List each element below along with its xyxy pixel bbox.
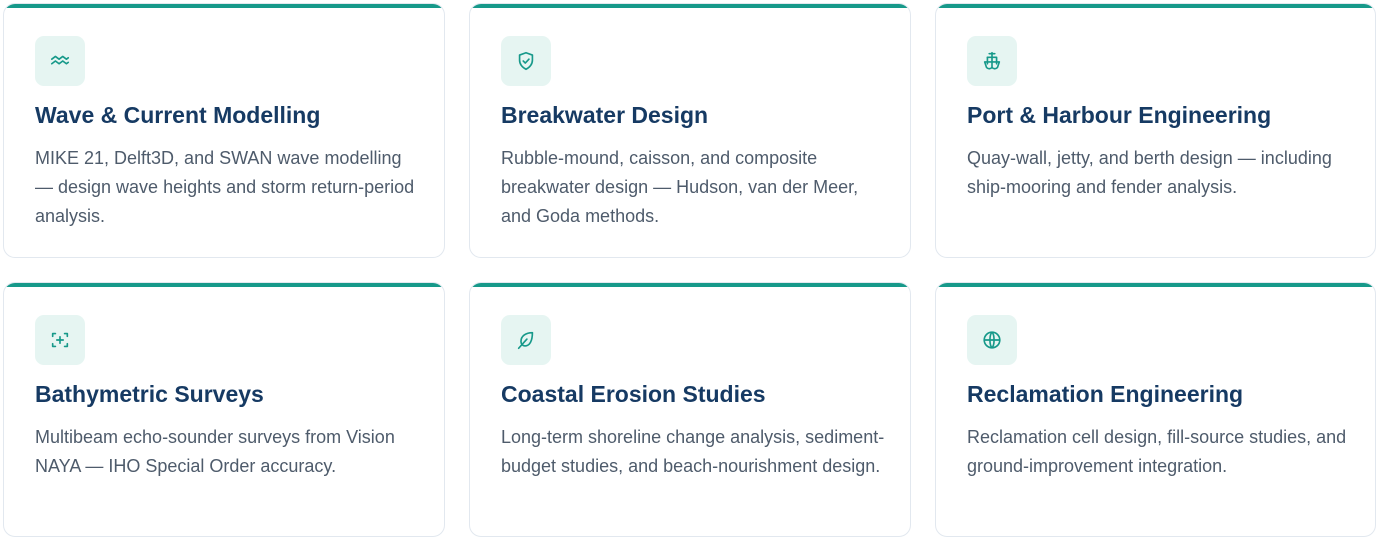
service-title: Coastal Erosion Studies (501, 381, 766, 407)
service-title: Breakwater Design (501, 102, 709, 128)
service-icon-container (35, 36, 85, 86)
service-card-wave-current-modelling[interactable]: Wave & Current Modelling MIKE 21, Delft3… (3, 3, 445, 258)
service-description: Quay-wall, jetty, and berth design — inc… (967, 148, 1332, 197)
scan-plus-icon (51, 332, 69, 348)
waves-icon (50, 55, 70, 65)
ship-icon (983, 51, 1001, 70)
service-title: Bathymetric Surveys (35, 381, 264, 407)
leaf-icon (517, 331, 534, 350)
service-description: Rubble-mound, caisson, and composite bre… (501, 148, 859, 226)
service-card-coastal-erosion-studies[interactable]: Coastal Erosion Studies Long-term shorel… (469, 282, 911, 537)
service-card-breakwater-design[interactable]: Breakwater Design Rubble-mound, caisson,… (469, 3, 911, 258)
globe-icon (983, 331, 1001, 349)
service-description: Multibeam echo-sounder surveys from Visi… (35, 427, 395, 476)
service-icon-container (967, 315, 1017, 365)
services-grid: Wave & Current Modelling MIKE 21, Delft3… (3, 3, 1376, 537)
service-icon-container (35, 315, 85, 365)
service-icon-container (501, 36, 551, 86)
service-card-port-harbour-engineering[interactable]: Port & Harbour Engineering Quay-wall, je… (935, 3, 1376, 258)
service-description: Reclamation cell design, fill-source stu… (967, 427, 1347, 476)
service-title: Reclamation Engineering (967, 381, 1244, 407)
service-description: Long-term shoreline change analysis, sed… (501, 427, 885, 476)
service-icon-container (501, 315, 551, 365)
service-title: Wave & Current Modelling (35, 102, 321, 128)
service-title: Port & Harbour Engineering (967, 102, 1272, 128)
service-icon-container (967, 36, 1017, 86)
shield-check-icon (518, 51, 534, 71)
service-card-reclamation-engineering[interactable]: Reclamation Engineering Reclamation cell… (935, 282, 1376, 537)
service-description: MIKE 21, Delft3D, and SWAN wave modellin… (35, 148, 415, 226)
service-card-bathymetric-surveys[interactable]: Bathymetric Surveys Multibeam echo-sound… (3, 282, 445, 537)
